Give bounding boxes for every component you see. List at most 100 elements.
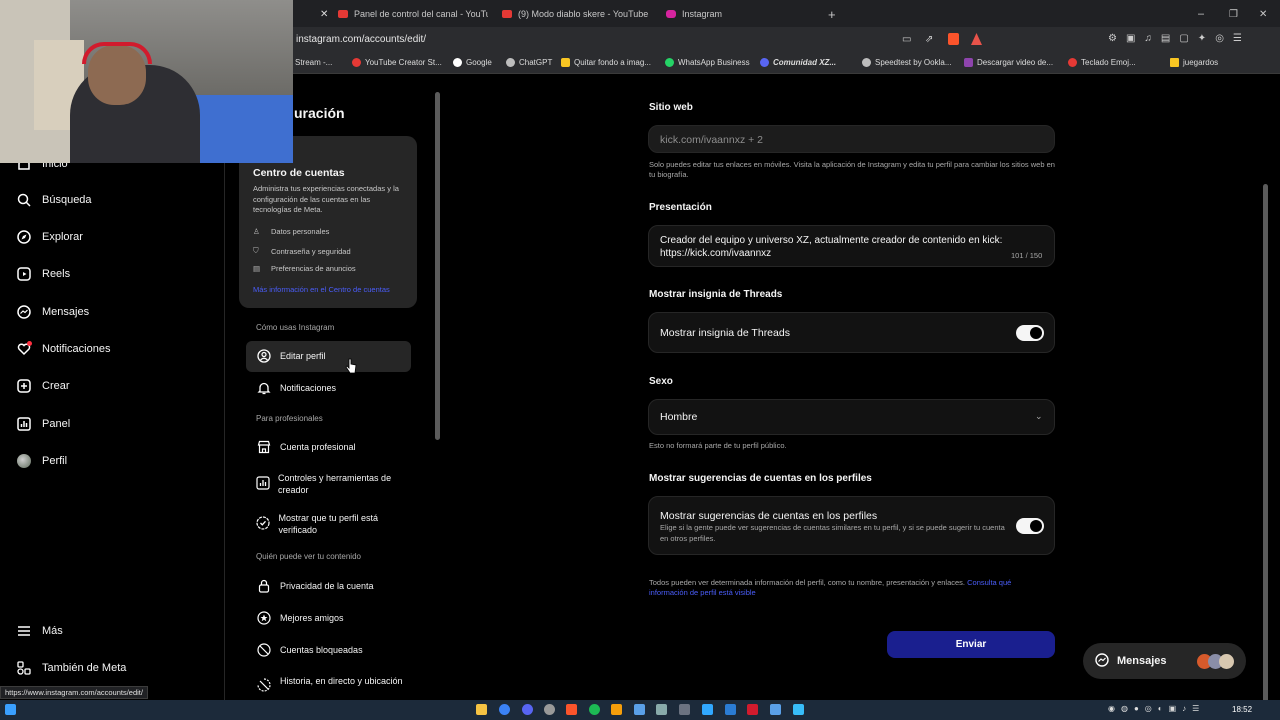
nav-reels[interactable]: Reels: [16, 266, 70, 282]
tab-label: (9) Modo diablo skere - YouTube: [518, 9, 649, 19]
settings-close-friends[interactable]: Mejores amigos: [256, 610, 344, 626]
instagram-icon: [666, 10, 676, 18]
settings-notifications[interactable]: Notificaciones: [256, 380, 336, 396]
tab-label: Panel de control del canal - YouTube: [354, 9, 488, 19]
item-label: Mostrar que tu perfil está verificado: [278, 513, 379, 535]
accounts-center-desc: Administra tus experiencias conectadas y…: [253, 184, 399, 214]
youtube-icon: [338, 10, 348, 18]
bookmark-google[interactable]: Google: [453, 58, 492, 67]
bookmark-stream[interactable]: Stream -...: [295, 58, 332, 67]
ad-icon: ▤: [253, 264, 261, 273]
tab-youtube-video[interactable]: (9) Modo diablo skere - YouTube: [502, 4, 652, 24]
app-icon[interactable]: [499, 704, 510, 715]
tab-instagram[interactable]: Instagram: [666, 4, 816, 24]
settings-edit-profile[interactable]: Editar perfil: [256, 348, 326, 364]
close-window-icon[interactable]: ✕: [1259, 4, 1267, 24]
photoshop-icon[interactable]: [702, 704, 713, 715]
messages-floating-bar[interactable]: Mensajes: [1083, 643, 1246, 679]
brave-icon[interactable]: [566, 704, 577, 715]
system-tray-icons[interactable]: ◉◍●◎◐▣♪☰: [1108, 704, 1205, 713]
new-tab-button[interactable]: +: [828, 4, 836, 24]
folder-icon: [1170, 58, 1179, 67]
nav-label: Mensajes: [42, 306, 90, 318]
settings-pro-account[interactable]: Cuenta profesional: [256, 439, 356, 455]
threads-toggle[interactable]: [1016, 325, 1044, 341]
messages-label: Mensajes: [1117, 655, 1167, 667]
nav-label: También de Meta: [42, 662, 127, 674]
nav-also-meta[interactable]: También de Meta: [16, 660, 126, 676]
nav-explore[interactable]: Explorar: [16, 229, 83, 245]
website-label: Sitio web: [649, 102, 693, 113]
brave-shield-icon[interactable]: [948, 33, 959, 45]
page-scrollbar[interactable]: [1260, 78, 1272, 714]
bookmark-icon[interactable]: ▭: [902, 34, 911, 45]
minimize-icon[interactable]: –: [1198, 4, 1204, 24]
bookmark-whatsapp[interactable]: WhatsApp Business: [665, 58, 750, 67]
app-icon[interactable]: [656, 704, 667, 715]
bookmark-speedtest[interactable]: Speedtest by Ookla...: [862, 58, 952, 67]
bell-icon: [256, 380, 272, 396]
settings-scrollbar[interactable]: [433, 78, 442, 698]
lock-icon: [256, 578, 272, 594]
settings-privacy[interactable]: Privacidad de la cuenta: [256, 578, 374, 594]
tab-youtube-panel[interactable]: Panel de control del canal - YouTube: [338, 4, 488, 24]
settings-scroll-thumb[interactable]: [435, 92, 440, 440]
bookmark-descargar[interactable]: Descargar video de...: [964, 58, 1053, 67]
spotify-icon[interactable]: [589, 704, 600, 715]
app-icon[interactable]: [725, 704, 736, 715]
page-scroll-thumb[interactable]: [1263, 184, 1268, 714]
nav-create[interactable]: Crear: [16, 378, 70, 394]
bio-text: Creador del equipo y universo XZ, actual…: [660, 235, 1003, 259]
windows-start-icon[interactable]: [5, 704, 16, 715]
app-icon[interactable]: [611, 704, 622, 715]
nav-panel[interactable]: Panel: [16, 416, 70, 432]
suggestions-toggle[interactable]: [1016, 518, 1044, 534]
url-field[interactable]: instagram.com/accounts/edit/: [296, 34, 426, 45]
tab-close-icon[interactable]: ✕: [320, 4, 328, 24]
nav-messages[interactable]: Mensajes: [16, 304, 89, 320]
nav-profile[interactable]: Perfil: [16, 453, 67, 469]
chart-icon: [256, 475, 270, 491]
item-label: Controles y herramientas de creador: [278, 473, 392, 495]
ad-preferences-item[interactable]: ▤ Preferencias de anuncios: [253, 264, 356, 273]
settings-creator-tools[interactable]: Controles y herramientas de creador: [256, 472, 406, 496]
nav-search[interactable]: Búsqueda: [16, 192, 92, 208]
settings-story-live[interactable]: Historia, en directo y ubicación: [256, 675, 406, 693]
meta-icon: [16, 660, 32, 676]
personal-data-item[interactable]: ♙ Datos personales: [253, 227, 329, 236]
gender-note: Esto no formará parte de tu perfil públi…: [649, 441, 787, 450]
settings-verified[interactable]: Mostrar que tu perfil está verificado: [256, 512, 406, 536]
share-icon[interactable]: ⇗: [925, 34, 933, 45]
gender-select[interactable]: [648, 399, 1055, 435]
password-security-item[interactable]: ⛉ Contraseña y seguridad: [253, 246, 351, 256]
nav-notifications[interactable]: Notificaciones: [16, 341, 110, 357]
obs-icon[interactable]: [544, 704, 555, 715]
file-explorer-icon[interactable]: [476, 704, 487, 715]
store-icon: [256, 439, 272, 455]
browser-toolbar-icons[interactable]: ⚙▣♫▤▢✦◎☰: [1108, 33, 1251, 44]
nav-label: Reels: [42, 268, 71, 280]
app-icon[interactable]: [747, 704, 758, 715]
bookmark-remove-bg[interactable]: Quitar fondo a imag...: [561, 58, 651, 67]
bookmark-chatgpt[interactable]: ChatGPT: [506, 58, 552, 67]
nav-more[interactable]: Más: [16, 623, 63, 639]
settings-title: uración: [294, 105, 345, 121]
accounts-center-link[interactable]: Más información en el Centro de cuentas: [253, 285, 390, 294]
submit-button[interactable]: Enviar: [887, 631, 1055, 658]
app-icon[interactable]: [679, 704, 690, 715]
bookmark-emoji[interactable]: Teclado Emoj...: [1068, 58, 1136, 67]
gender-value: Hombre: [660, 411, 698, 423]
avatar: [16, 453, 32, 469]
maximize-icon[interactable]: ❐: [1229, 4, 1238, 24]
app-icon[interactable]: [793, 704, 804, 715]
app-icon[interactable]: [770, 704, 781, 715]
app-icon[interactable]: [634, 704, 645, 715]
settings-blocked[interactable]: Cuentas bloqueadas: [256, 642, 363, 658]
discord-icon[interactable]: [522, 704, 533, 715]
status-bar-url: https://www.instagram.com/accounts/edit/: [0, 686, 148, 699]
bookmark-label: YouTube Creator St...: [365, 58, 442, 67]
bookmark-comunidad[interactable]: Comunidad XZ...: [760, 58, 836, 67]
bookmark-youtube-studio[interactable]: YouTube Creator St...: [352, 58, 442, 67]
bookmark-label: Stream -...: [295, 58, 333, 67]
bookmark-juegardos[interactable]: juegardos: [1170, 58, 1218, 67]
